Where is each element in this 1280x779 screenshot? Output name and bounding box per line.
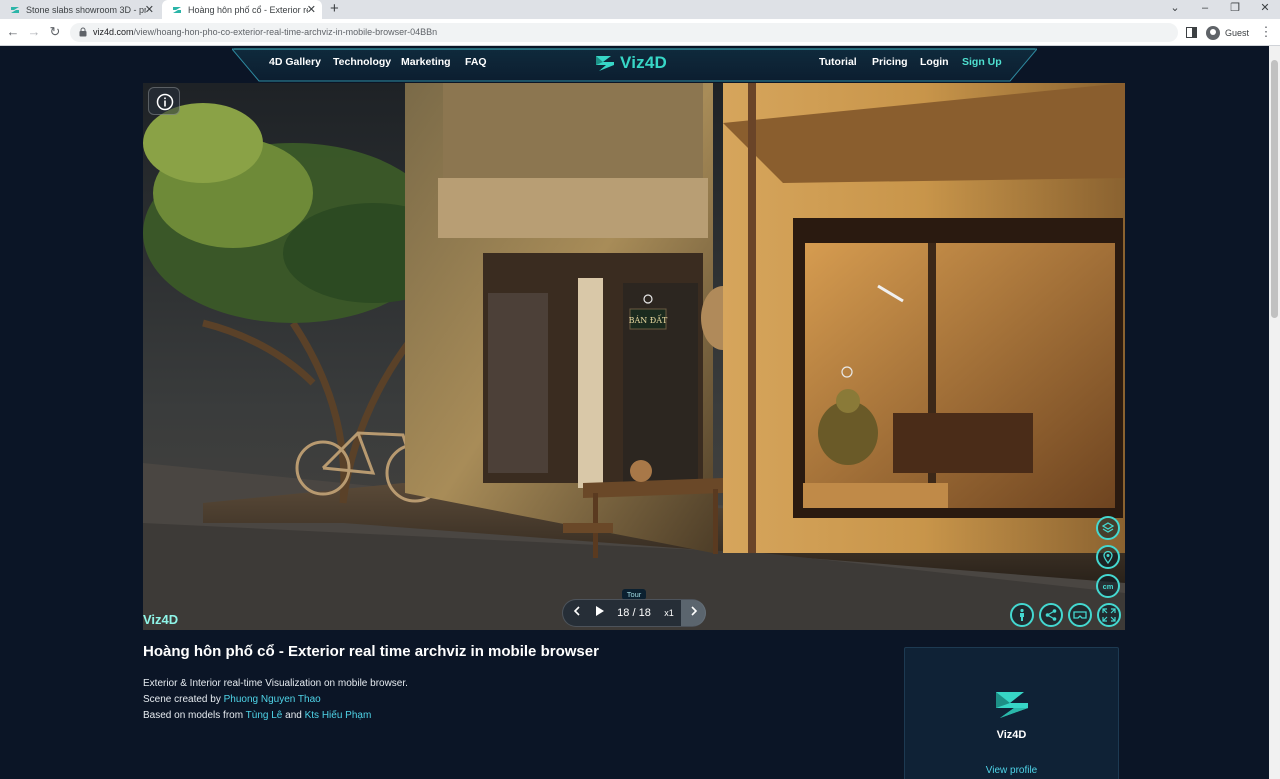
and-label: and [282, 710, 305, 721]
nav-pricing[interactable]: Pricing [872, 56, 908, 68]
play-icon [595, 606, 604, 616]
based-on-label: Based on models from [143, 710, 246, 721]
sign-text: BÁN ĐẤT [629, 315, 668, 325]
location-pin-icon [1103, 550, 1113, 564]
tour-counter: 18 / 18 [617, 607, 651, 619]
profile-name[interactable]: Viz4D [905, 729, 1118, 741]
browser-toolbar: ← → ↻ viz4d.com/view/hoang-hon-pho-co-ex… [0, 19, 1280, 46]
created-by-label: Scene created by [143, 694, 224, 705]
vr-headset-icon [1073, 611, 1087, 619]
chevron-left-icon [573, 606, 580, 616]
tour-next-button[interactable] [681, 600, 706, 626]
profile-card: Viz4D View profile [904, 647, 1119, 779]
url-host: viz4d.com [93, 27, 134, 37]
url-path: /view/hoang-hon-pho-co-exterior-real-tim… [133, 27, 438, 37]
profile-label: Guest [1225, 27, 1250, 38]
nav-marketing[interactable]: Marketing [401, 56, 451, 68]
sidebar-panel-icon[interactable] [1186, 27, 1197, 38]
tour-speed-button[interactable]: x1 [657, 600, 681, 626]
nav-sign-up[interactable]: Sign Up [962, 56, 1002, 68]
tab-title: Stone slabs showroom 3D - proc [26, 4, 146, 15]
maximize-button[interactable]: ❐ [1220, 0, 1250, 19]
viz4d-favicon-icon [173, 6, 181, 13]
model-author-link-2[interactable]: Kts Hiếu Phạm [305, 710, 372, 721]
vr-button[interactable] [1068, 603, 1092, 627]
measure-cm-icon: cm [1102, 582, 1114, 591]
browser-tab-active[interactable]: Hoàng hôn phố cổ - Exterior rea ✕ [162, 0, 322, 19]
browser-tab[interactable]: Stone slabs showroom 3D - proc ✕ [0, 0, 160, 19]
browser-tab-bar: Stone slabs showroom 3D - proc ✕ Hoàng h… [0, 0, 1280, 19]
share-icon [1045, 609, 1057, 621]
tour-play-button[interactable] [589, 600, 609, 626]
avatar-icon [1206, 25, 1220, 40]
new-tab-button[interactable]: + [330, 0, 339, 19]
measure-button[interactable]: cm [1096, 574, 1120, 598]
description-line-2: Scene created by Phuong Nguyen Thao [143, 694, 321, 705]
share-button[interactable] [1039, 603, 1063, 627]
profile-button[interactable]: Guest [1206, 23, 1249, 42]
description-line-1: Exterior & Interior real-time Visualizat… [143, 678, 408, 689]
description-line-3: Based on models from Tùng Lê and Kts Hiế… [143, 710, 371, 721]
walk-mode-button[interactable] [1010, 603, 1034, 627]
viz4d-favicon-icon [11, 6, 19, 13]
nav-tutorial[interactable]: Tutorial [819, 56, 857, 68]
view-profile-link[interactable]: View profile [905, 765, 1118, 776]
walk-person-icon [1020, 608, 1024, 621]
reload-icon[interactable]: ↻ [45, 22, 65, 42]
tab-search-icon[interactable]: ⌄ [1160, 0, 1190, 19]
viz4d-logo-icon[interactable] [992, 684, 1032, 724]
back-arrow-icon[interactable]: ← [3, 22, 23, 42]
close-tab-icon[interactable]: ✕ [307, 3, 316, 16]
location-button[interactable] [1096, 545, 1120, 569]
tour-prev-button[interactable] [567, 600, 587, 626]
page-scrollbar[interactable] [1269, 46, 1280, 779]
site-logo[interactable]: Viz4D [594, 52, 667, 74]
address-bar[interactable]: viz4d.com/view/hoang-hon-pho-co-exterior… [70, 23, 1178, 42]
chevron-right-icon [690, 606, 697, 616]
fullscreen-button[interactable] [1097, 603, 1121, 627]
lock-icon [79, 27, 87, 37]
layers-button[interactable] [1096, 516, 1120, 540]
minimize-button[interactable]: – [1190, 0, 1220, 19]
forward-arrow-icon[interactable]: → [24, 22, 44, 42]
fullscreen-icon [1102, 608, 1116, 622]
viz4d-watermark: Viz4D [143, 612, 179, 627]
nav-faq[interactable]: FAQ [465, 56, 487, 68]
tab-title: Hoàng hôn phố cổ - Exterior rea [188, 4, 308, 15]
logo-text: Viz4D [620, 53, 667, 72]
more-menu-icon[interactable]: ⋮ [1256, 22, 1276, 42]
nav-technology[interactable]: Technology [333, 56, 391, 68]
layers-icon [1101, 522, 1115, 533]
url-text: viz4d.com/view/hoang-hon-pho-co-exterior… [93, 27, 437, 37]
nav-login[interactable]: Login [920, 56, 949, 68]
scene-title: Hoàng hôn phố cổ - Exterior real time ar… [143, 643, 599, 660]
info-icon [156, 93, 174, 111]
nav-4d-gallery[interactable]: 4D Gallery [269, 56, 321, 68]
scene-render: BÁN ĐẤT [143, 83, 1125, 630]
viz4d-logo-icon [596, 56, 614, 71]
viewer-canvas[interactable]: BÁN ĐẤT Viz4D Tour 18 / 18 x1 cm [143, 83, 1125, 630]
info-button[interactable] [148, 87, 180, 115]
scrollbar-thumb[interactable] [1271, 60, 1278, 318]
close-tab-icon[interactable]: ✕ [145, 3, 154, 16]
model-author-link-1[interactable]: Tùng Lê [246, 710, 283, 721]
tour-controls: 18 / 18 x1 [562, 599, 706, 627]
close-window-button[interactable]: ✕ [1250, 0, 1280, 19]
creator-link[interactable]: Phuong Nguyen Thao [224, 694, 321, 705]
